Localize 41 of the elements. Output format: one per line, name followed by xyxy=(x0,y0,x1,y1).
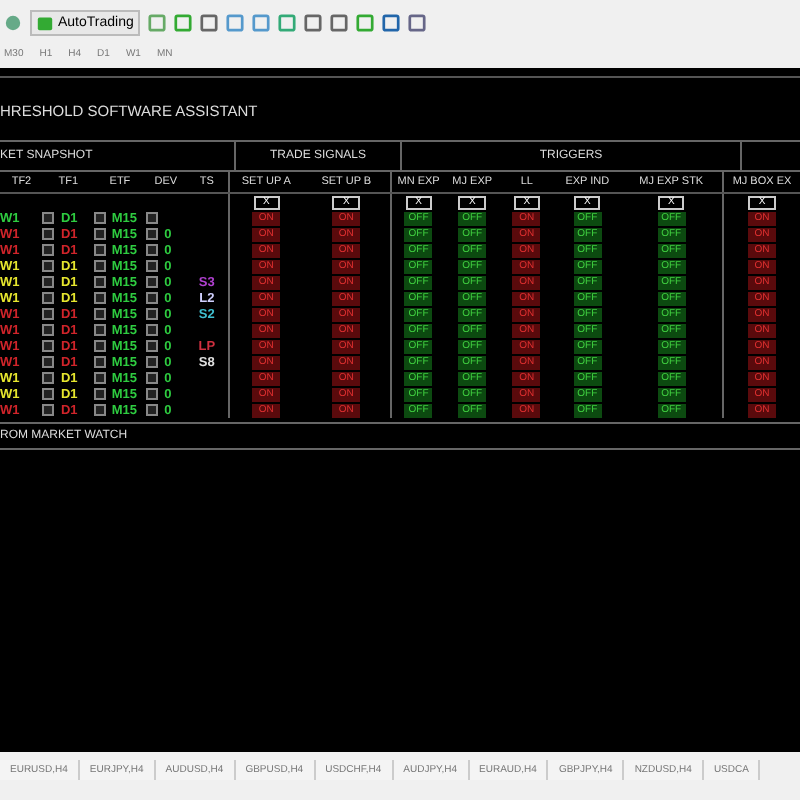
square-icon xyxy=(42,212,55,224)
toolbar-icon[interactable] xyxy=(4,13,22,31)
square-icon xyxy=(146,340,159,352)
square-icon xyxy=(42,276,55,288)
square-icon xyxy=(146,292,159,304)
square-icon xyxy=(93,356,106,368)
square-icon xyxy=(146,372,159,384)
square-icon xyxy=(42,340,55,352)
square-icon xyxy=(146,324,159,336)
square-icon xyxy=(93,212,106,224)
square-icon xyxy=(93,308,106,320)
square-icon xyxy=(146,244,159,256)
square-icon xyxy=(93,244,106,256)
square-icon xyxy=(42,260,55,272)
square-icon xyxy=(42,308,55,320)
square-icon xyxy=(42,356,55,368)
square-icon xyxy=(93,228,106,240)
square-icon xyxy=(42,228,55,240)
square-icon xyxy=(146,276,159,288)
square-icon xyxy=(146,404,159,416)
square-icon xyxy=(42,404,55,416)
square-icon xyxy=(93,260,106,272)
square-icon xyxy=(93,292,106,304)
square-icon xyxy=(146,356,159,368)
square-icon xyxy=(42,324,55,336)
square-icon xyxy=(146,212,159,224)
square-icon xyxy=(93,404,106,416)
square-icon xyxy=(42,292,55,304)
square-icon xyxy=(146,260,159,272)
square-icon xyxy=(146,228,159,240)
square-icon xyxy=(42,372,55,384)
robot-icon xyxy=(36,13,54,31)
square-icon xyxy=(93,276,106,288)
square-icon xyxy=(93,340,106,352)
square-icon xyxy=(146,308,159,320)
square-icon xyxy=(93,388,106,400)
square-icon xyxy=(93,372,106,384)
square-icon xyxy=(42,388,55,400)
square-icon xyxy=(146,388,159,400)
square-icon xyxy=(93,324,106,336)
square-icon xyxy=(42,244,55,256)
